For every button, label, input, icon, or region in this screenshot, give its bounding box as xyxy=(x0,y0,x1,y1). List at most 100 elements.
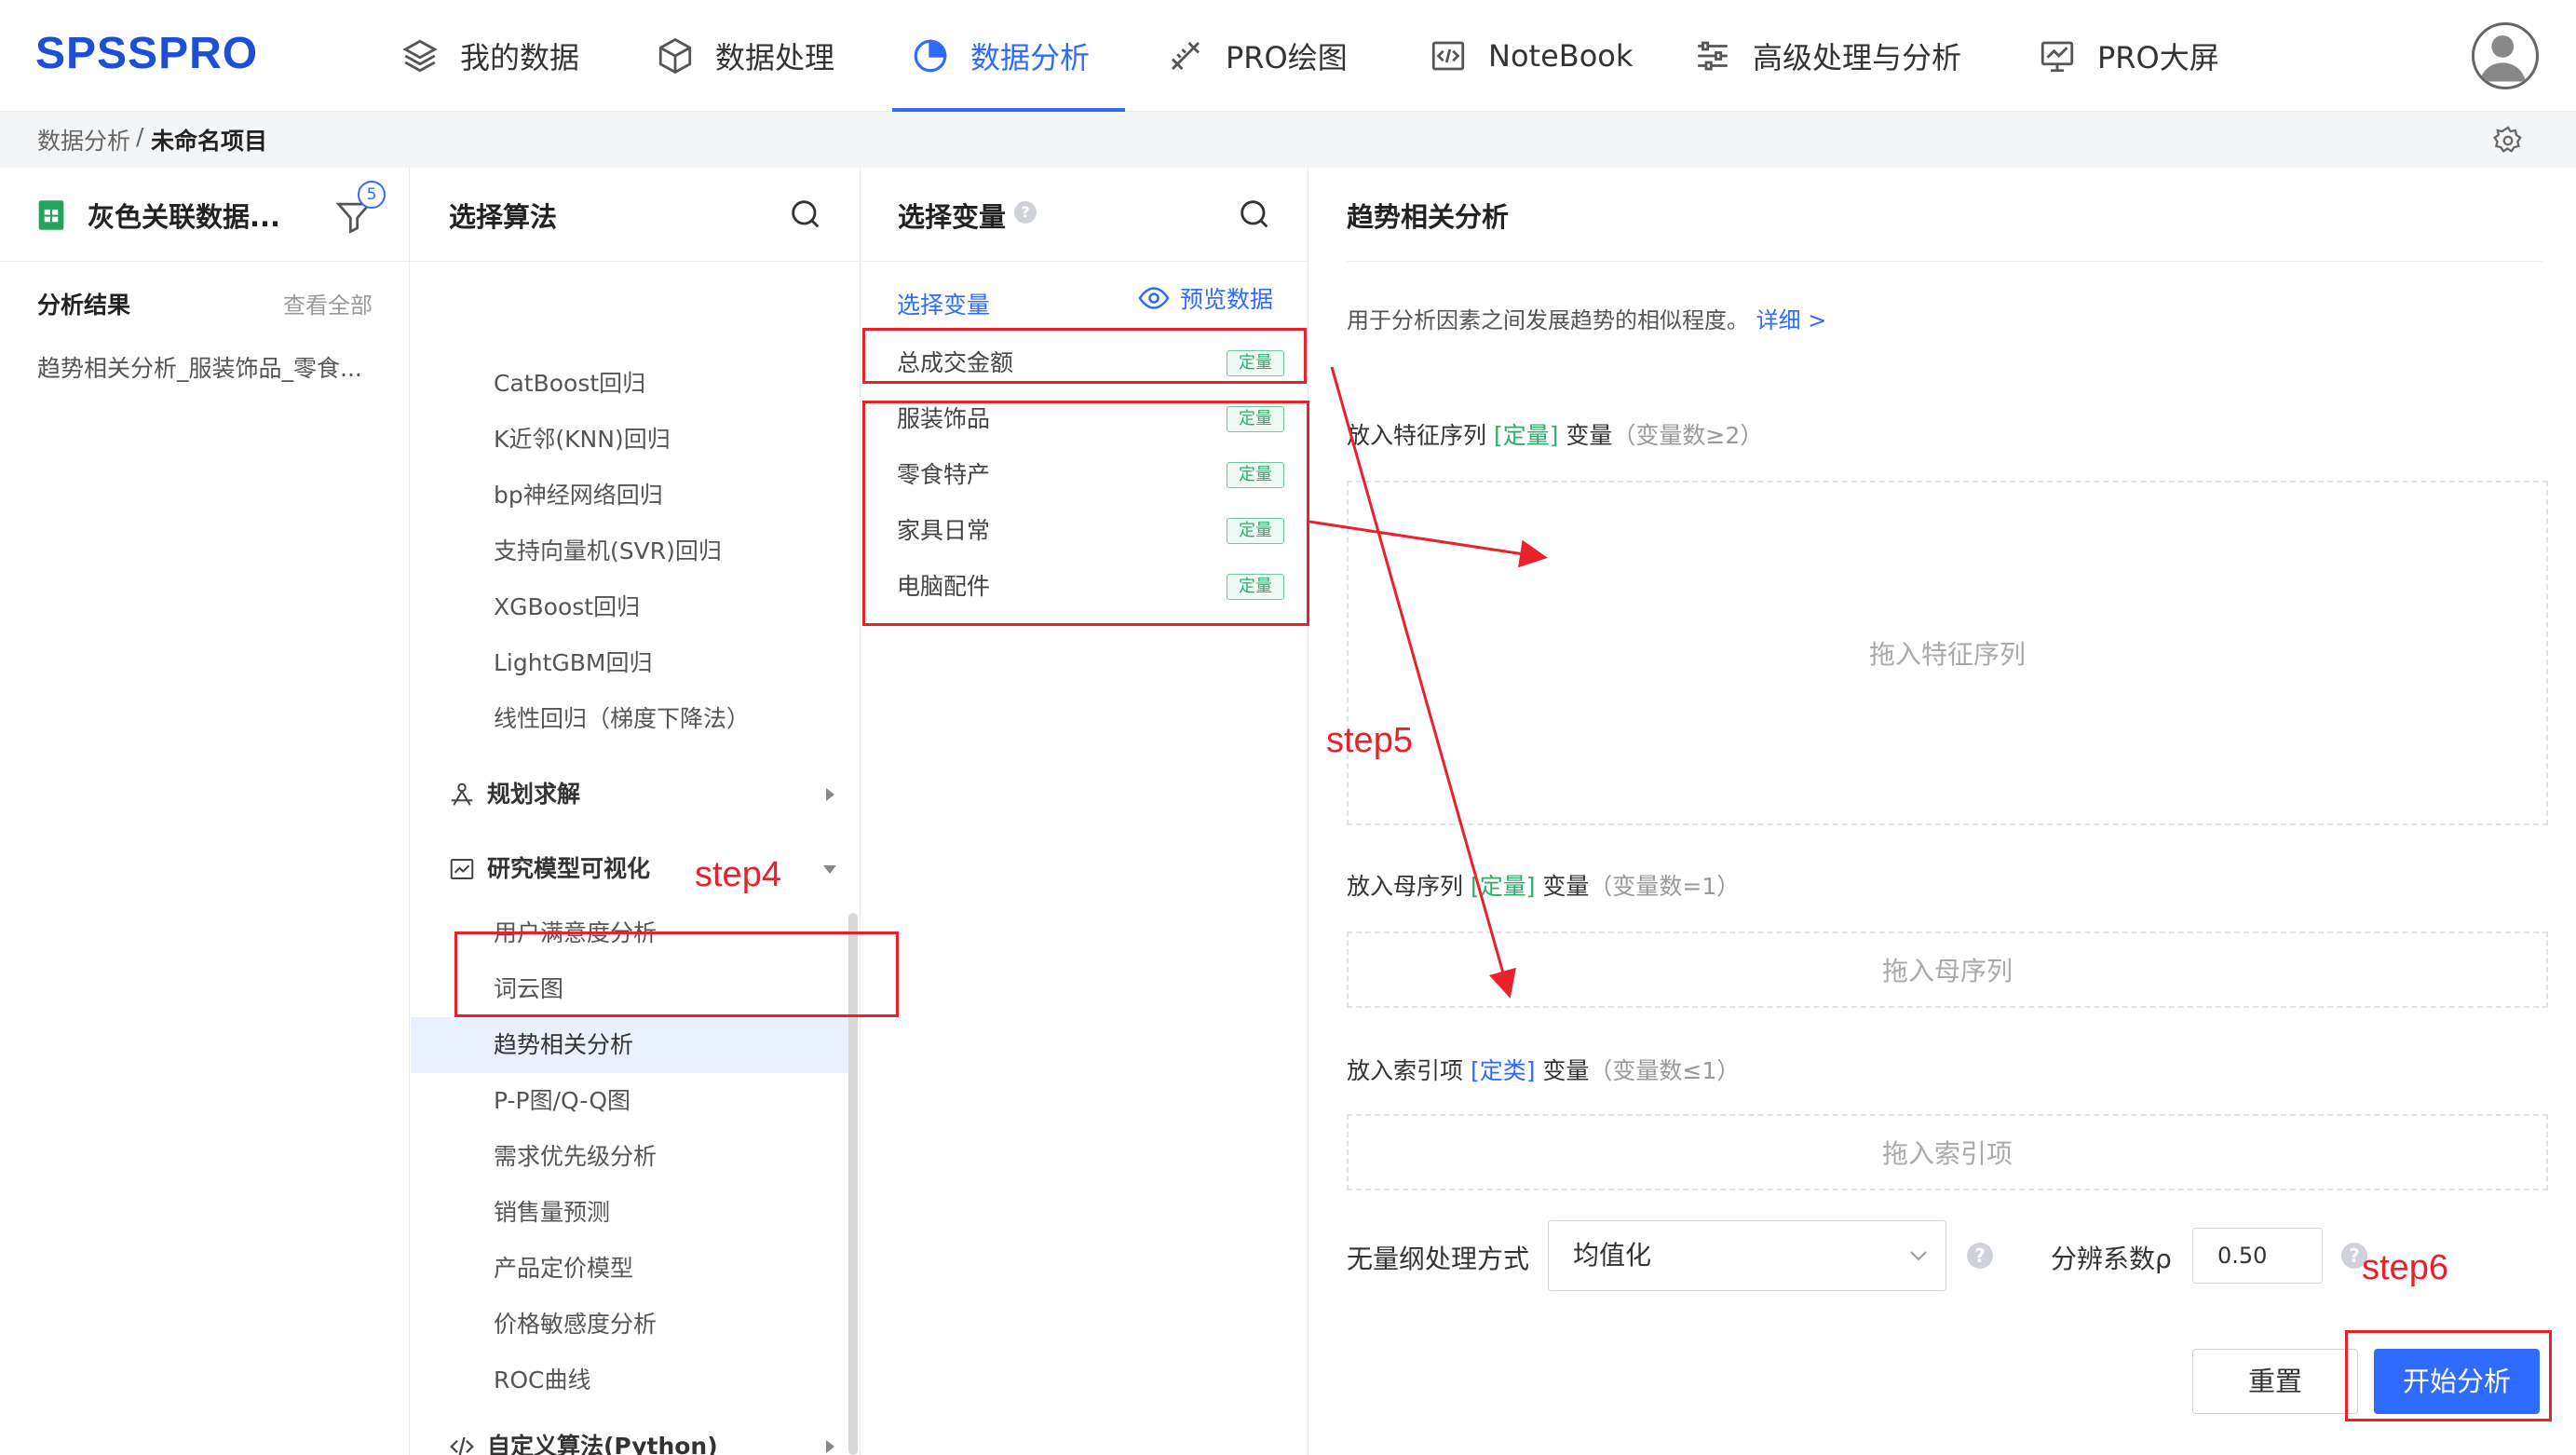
gear-icon[interactable] xyxy=(2492,125,2524,156)
spreadsheet-icon xyxy=(38,200,64,230)
normalization-label: 无量纲处理方式 xyxy=(1347,1244,1530,1274)
algorithm-item[interactable]: 线性回归（梯度下降法） xyxy=(411,691,848,747)
group-label: 自定义算法(Python) xyxy=(487,1433,718,1455)
nav-data-processing[interactable]: 数据处理 xyxy=(656,0,834,112)
preview-data-button[interactable]: 预览数据 xyxy=(1137,281,1273,315)
eye-icon xyxy=(1138,287,1170,309)
planning-icon xyxy=(451,782,473,806)
step6-label: step6 xyxy=(2362,1248,2448,1287)
help-icon[interactable]: ? xyxy=(1967,1243,1993,1269)
divider xyxy=(1347,261,2542,262)
algorithm-item[interactable]: bp神经网络回归 xyxy=(411,468,848,524)
index-dropzone[interactable]: 拖入索引项 xyxy=(1347,1114,2548,1190)
feature-variables-highlight-box xyxy=(862,401,1309,626)
divider xyxy=(0,261,409,262)
feature-zone-label: 放入特征序列 [定量] 变量（变量数≥2） xyxy=(1347,417,1763,451)
breadcrumb: 数据分析 / 未命名项目 xyxy=(0,112,2576,168)
algorithm-item[interactable]: 价格敏感度分析 xyxy=(411,1297,848,1353)
index-zone-label: 放入索引项 [定类] 变量（变量数≤1） xyxy=(1347,1053,1740,1086)
monitor-chart-icon xyxy=(2040,41,2074,73)
algorithm-panel: 选择算法 CatBoost回归 K近邻(KNN)回归 bp神经网络回归 支持向量… xyxy=(411,168,861,1455)
algorithm-item[interactable]: LightGBM回归 xyxy=(411,635,848,691)
sliders-icon xyxy=(1698,41,1728,71)
group-planning[interactable]: 规划求解 xyxy=(448,767,839,823)
rho-label: 分辨系数ρ xyxy=(2051,1244,2172,1274)
label-text: 放入特征序列 xyxy=(1347,422,1494,449)
algorithm-item[interactable]: ROC曲线 xyxy=(411,1353,848,1408)
method-description: 用于分析因素之间发展趋势的相似程度。 详细 > xyxy=(1347,302,1826,334)
step4-highlight-box xyxy=(454,931,899,1017)
caret-down-icon xyxy=(820,841,839,897)
detail-link[interactable]: 详细 > xyxy=(1756,307,1827,333)
search-icon[interactable] xyxy=(787,196,824,233)
select-value: 均值化 xyxy=(1573,1240,1652,1271)
filter-count-badge: 5 xyxy=(358,181,386,209)
spsspro-logo[interactable]: SPSSPRO xyxy=(35,28,258,79)
nav-notebook[interactable]: NoteBook xyxy=(1429,0,1633,112)
description-text: 用于分析因素之间发展趋势的相似程度。 xyxy=(1347,307,1749,333)
algorithm-item[interactable]: 产品定价模型 xyxy=(411,1241,848,1297)
label-text: 变量 xyxy=(1558,422,1613,449)
caret-right-icon xyxy=(820,767,839,823)
code-icon xyxy=(450,1436,474,1455)
help-icon[interactable]: ? xyxy=(1014,201,1037,224)
label-text: 放入索引项 xyxy=(1347,1057,1471,1084)
nav-label: 数据分析 xyxy=(970,40,1091,75)
algorithm-panel-title: 选择算法 xyxy=(449,201,558,233)
nav-label: 我的数据 xyxy=(460,40,580,75)
data-panel: 灰色关联数据... 5 分析结果 查看全部 趋势相关分析_服装饰品_零食... xyxy=(0,168,410,1455)
algorithm-item[interactable]: 需求优先级分析 xyxy=(411,1129,848,1185)
rho-input[interactable]: 0.50 xyxy=(2192,1228,2323,1284)
cube-icon xyxy=(658,37,692,75)
dataset-name[interactable]: 灰色关联数据... xyxy=(88,196,280,235)
step4-label: step4 xyxy=(695,855,781,894)
count-hint: （变量数≥2） xyxy=(1612,422,1764,449)
user-icon xyxy=(2479,35,2526,82)
algorithm-item[interactable]: 支持向量机(SVR)回归 xyxy=(411,524,848,579)
mother-dropzone[interactable]: 拖入母序列 xyxy=(1347,931,2548,1008)
group-label: 研究模型可视化 xyxy=(487,855,651,882)
group-custom-python[interactable]: 自定义算法(Python) xyxy=(448,1419,839,1455)
divider xyxy=(861,261,1308,262)
preview-label: 预览数据 xyxy=(1180,286,1274,313)
reset-button[interactable]: 重置 xyxy=(2192,1349,2358,1414)
label-text: 变量 xyxy=(1535,1057,1590,1084)
results-heading: 分析结果 xyxy=(37,292,131,319)
result-item[interactable]: 趋势相关分析_服装饰品_零食... xyxy=(37,350,373,384)
algorithm-item-selected[interactable]: 趋势相关分析 xyxy=(411,1017,848,1073)
view-all-link[interactable]: 查看全部 xyxy=(283,287,373,320)
algorithm-item[interactable]: K近邻(KNN)回归 xyxy=(411,412,848,468)
variables-subheading: 选择变量 xyxy=(897,292,991,319)
count-hint: （变量数=1） xyxy=(1589,873,1741,900)
feature-dropzone[interactable]: 拖入特征序列 xyxy=(1347,481,2548,825)
nav-pro-chart[interactable]: PRO绘图 xyxy=(1166,0,1348,112)
user-avatar[interactable] xyxy=(2472,22,2539,89)
breadcrumb-root[interactable]: 数据分析 xyxy=(37,123,130,156)
mother-variable-highlight-box xyxy=(862,328,1307,384)
nav-pro-screen[interactable]: PRO大屏 xyxy=(2038,0,2219,112)
algorithm-item[interactable]: P-P图/Q-Q图 xyxy=(411,1073,848,1129)
mother-zone-label: 放入母序列 [定量] 变量（变量数=1） xyxy=(1347,868,1740,902)
nav-label: 高级处理与分析 xyxy=(1753,40,1962,75)
nav-label: NoteBook xyxy=(1488,38,1634,74)
type-tag: [定量] xyxy=(1493,422,1559,449)
normalization-select[interactable]: 均值化 xyxy=(1548,1220,1946,1291)
code-window-icon xyxy=(1431,41,1465,71)
line-chart-icon xyxy=(450,859,474,879)
config-panel-title: 趋势相关分析 xyxy=(1347,201,1510,233)
nav-label: 数据处理 xyxy=(715,40,835,75)
type-tag: [定类] xyxy=(1470,1057,1536,1084)
nav-label: PRO大屏 xyxy=(2097,40,2219,75)
nav-my-data[interactable]: 我的数据 xyxy=(400,0,579,112)
breadcrumb-current: 未命名项目 xyxy=(151,128,268,155)
algorithm-item[interactable]: CatBoost回归 xyxy=(411,356,848,412)
count-hint: （变量数≤1） xyxy=(1589,1057,1741,1084)
caret-right-icon xyxy=(820,1419,839,1455)
label-text: 放入母序列 xyxy=(1347,873,1471,900)
algorithm-item[interactable]: 销售量预测 xyxy=(411,1185,848,1241)
search-icon[interactable] xyxy=(1236,196,1273,233)
layers-icon xyxy=(402,39,438,73)
algorithm-item[interactable]: XGBoost回归 xyxy=(411,579,848,635)
nav-data-analysis[interactable]: 数据分析 xyxy=(891,0,1126,112)
nav-advanced[interactable]: 高级处理与分析 xyxy=(1693,0,1961,112)
